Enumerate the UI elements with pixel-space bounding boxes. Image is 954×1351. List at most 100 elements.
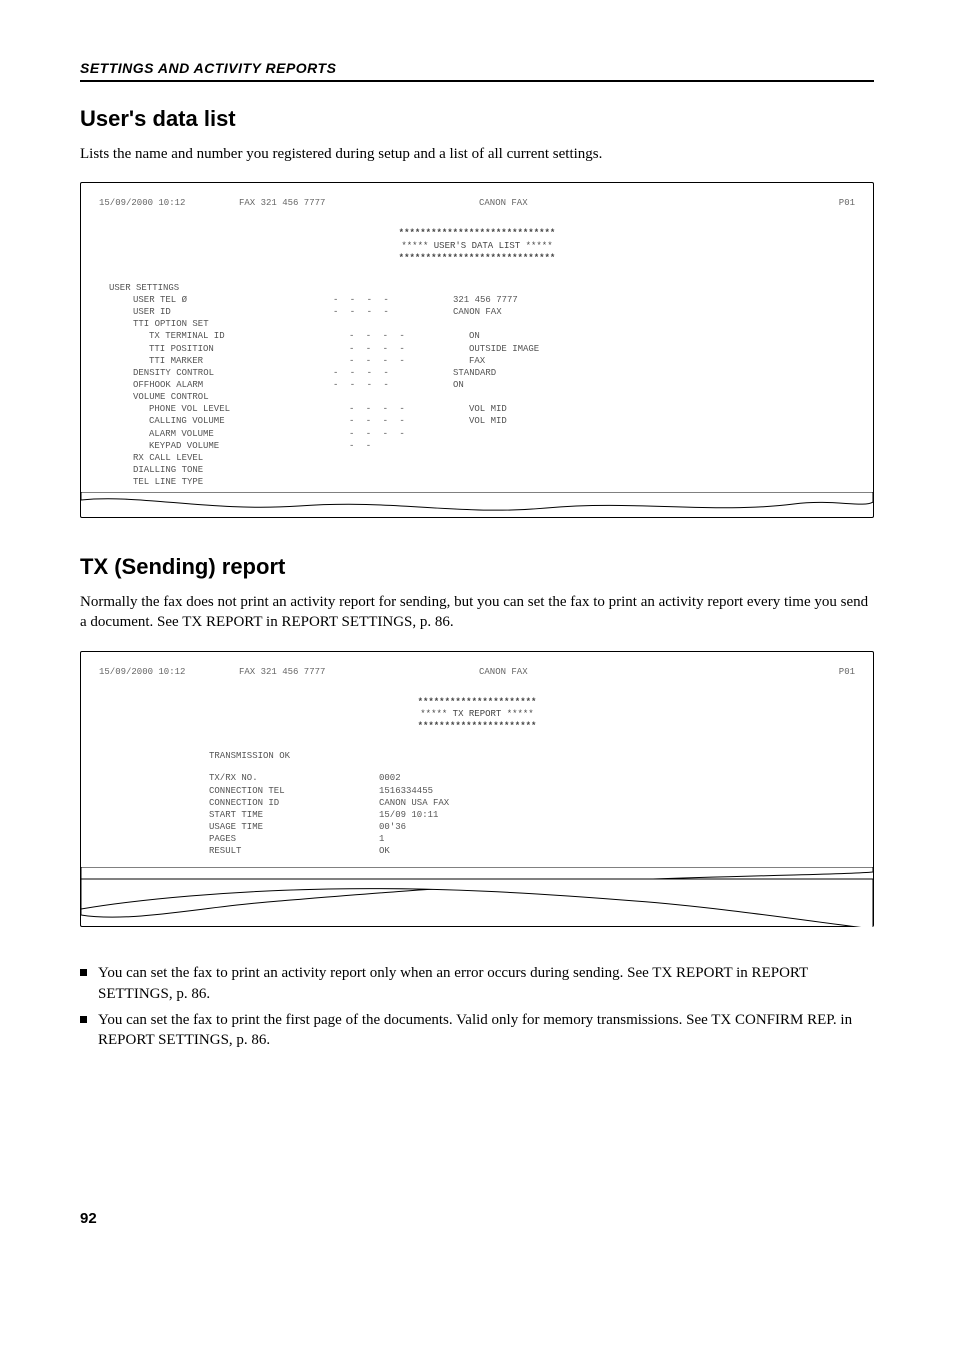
settings-dots: - - (349, 440, 469, 452)
settings-value (453, 476, 855, 488)
torn-edge (81, 492, 873, 518)
section-intro-1: Lists the name and number you registered… (80, 144, 874, 164)
printout-date: 15/09/2000 10:12 (99, 197, 239, 209)
settings-dots: - - - - (349, 403, 469, 415)
settings-row: TEL LINE TYPE (109, 476, 855, 488)
settings-label: USER TEL Ø (109, 294, 333, 306)
settings-value (469, 428, 855, 440)
settings-row: TTI POSITION- - - -OUTSIDE IMAGE (109, 343, 855, 355)
settings-value: FAX (469, 355, 855, 367)
settings-row: OFFHOOK ALARM- - - -ON (109, 379, 855, 391)
settings-dots: - - - - (333, 306, 453, 318)
settings-label: OFFHOOK ALARM (109, 379, 333, 391)
printout-fax-number: FAX 321 456 7777 (239, 197, 419, 209)
tx-field-key: CONNECTION TEL (209, 785, 379, 797)
settings-row: VOLUME CONTROL (109, 391, 855, 403)
stars-bottom: ********************** (99, 720, 855, 732)
tx-field-row: USAGE TIME00'36 (209, 821, 855, 833)
tx-field-row: RESULTOK (209, 845, 855, 857)
settings-group-label: USER SETTINGS (109, 282, 855, 294)
settings-value: VOL MID (469, 415, 855, 427)
settings-value (453, 464, 855, 476)
settings-dots (333, 476, 453, 488)
settings-label: TTI MARKER (109, 355, 349, 367)
settings-row: DENSITY CONTROL- - - -STANDARD (109, 367, 855, 379)
section-title-users-data-list: User's data list (80, 106, 874, 132)
tx-fields: TX/RX NO.0002CONNECTION TEL1516334455CON… (99, 772, 855, 857)
tx-field-key: RESULT (209, 845, 379, 857)
stars-top: ********************** (99, 696, 855, 708)
page-number: 92 (80, 1210, 874, 1227)
stars-top: ***************************** (99, 227, 855, 239)
transmission-status: TRANSMISSION OK (99, 750, 855, 762)
section-intro-2: Normally the fax does not print an activ… (80, 592, 874, 633)
settings-label: DIALLING TONE (109, 464, 333, 476)
settings-row: KEYPAD VOLUME- - (109, 440, 855, 452)
printout-title-block: ********************** ***** TX REPORT *… (99, 696, 855, 732)
settings-row: DIALLING TONE (109, 464, 855, 476)
settings-value: VOL MID (469, 403, 855, 415)
settings-value: OUTSIDE IMAGE (469, 343, 855, 355)
tx-field-key: USAGE TIME (209, 821, 379, 833)
tx-field-value: 1 (379, 833, 855, 845)
settings-row: TTI OPTION SET (109, 318, 855, 330)
settings-dots (333, 452, 453, 464)
settings-dots (333, 464, 453, 476)
printout-header-line: 15/09/2000 10:12 FAX 321 456 7777 CANON … (99, 197, 855, 209)
printout-title-block: ***************************** ***** USER… (99, 227, 855, 263)
settings-row: TTI MARKER- - - -FAX (109, 355, 855, 367)
printout-tx-report: 15/09/2000 10:12 FAX 321 456 7777 CANON … (80, 651, 874, 928)
printout-users-data-list: 15/09/2000 10:12 FAX 321 456 7777 CANON … (80, 182, 874, 518)
printout-header-line: 15/09/2000 10:12 FAX 321 456 7777 CANON … (99, 666, 855, 678)
settings-row: TX TERMINAL ID- - - -ON (109, 330, 855, 342)
printout-title: ***** TX REPORT ***** (99, 708, 855, 720)
tx-field-row: CONNECTION IDCANON USA FAX (209, 797, 855, 809)
settings-row: USER TEL Ø- - - -321 456 7777 (109, 294, 855, 306)
tx-field-row: TX/RX NO.0002 (209, 772, 855, 784)
tx-field-value: 1516334455 (379, 785, 855, 797)
settings-row: CALLING VOLUME- - - -VOL MID (109, 415, 855, 427)
tx-field-value: CANON USA FAX (379, 797, 855, 809)
notes-list: You can set the fax to print an activity… (80, 963, 874, 1050)
settings-dots: - - - - (349, 428, 469, 440)
tx-field-value: OK (379, 845, 855, 857)
settings-value: ON (469, 330, 855, 342)
tx-field-row: PAGES 1 (209, 833, 855, 845)
running-header: SETTINGS AND ACTIVITY REPORTS (80, 60, 874, 82)
section-title-tx-report: TX (Sending) report (80, 554, 874, 580)
settings-value (453, 391, 855, 403)
settings-value: STANDARD (453, 367, 855, 379)
printout-fax-number: FAX 321 456 7777 (239, 666, 419, 678)
settings-dots: - - - - (349, 415, 469, 427)
settings-dots: - - - - (349, 343, 469, 355)
tx-field-key: START TIME (209, 809, 379, 821)
settings-label: KEYPAD VOLUME (109, 440, 349, 452)
settings-dots: - - - - (349, 355, 469, 367)
settings-dots: - - - - (349, 330, 469, 342)
settings-dots: - - - - (333, 379, 453, 391)
printout-date: 15/09/2000 10:12 (99, 666, 239, 678)
settings-dots: - - - - (333, 294, 453, 306)
settings-label: PHONE VOL LEVEL (109, 403, 349, 415)
settings-row: ALARM VOLUME- - - - (109, 428, 855, 440)
settings-value (469, 440, 855, 452)
settings-label: DENSITY CONTROL (109, 367, 333, 379)
settings-block: USER SETTINGS USER TEL Ø- - - -321 456 7… (99, 282, 855, 492)
page: SETTINGS AND ACTIVITY REPORTS User's dat… (0, 0, 954, 1267)
settings-label: TEL LINE TYPE (109, 476, 333, 488)
tx-field-row: START TIME15/09 10:11 (209, 809, 855, 821)
settings-value: ON (453, 379, 855, 391)
settings-label: CALLING VOLUME (109, 415, 349, 427)
tx-field-row: CONNECTION TEL1516334455 (209, 785, 855, 797)
settings-dots: - - - - (333, 367, 453, 379)
settings-value: 321 456 7777 (453, 294, 855, 306)
tx-field-key: PAGES (209, 833, 379, 845)
settings-dots (333, 391, 453, 403)
settings-label: TTI OPTION SET (109, 318, 333, 330)
stars-bottom: ***************************** (99, 252, 855, 264)
settings-label: TX TERMINAL ID (109, 330, 349, 342)
settings-value (453, 452, 855, 464)
settings-dots (333, 318, 453, 330)
tx-field-key: CONNECTION ID (209, 797, 379, 809)
torn-edge (81, 867, 873, 927)
